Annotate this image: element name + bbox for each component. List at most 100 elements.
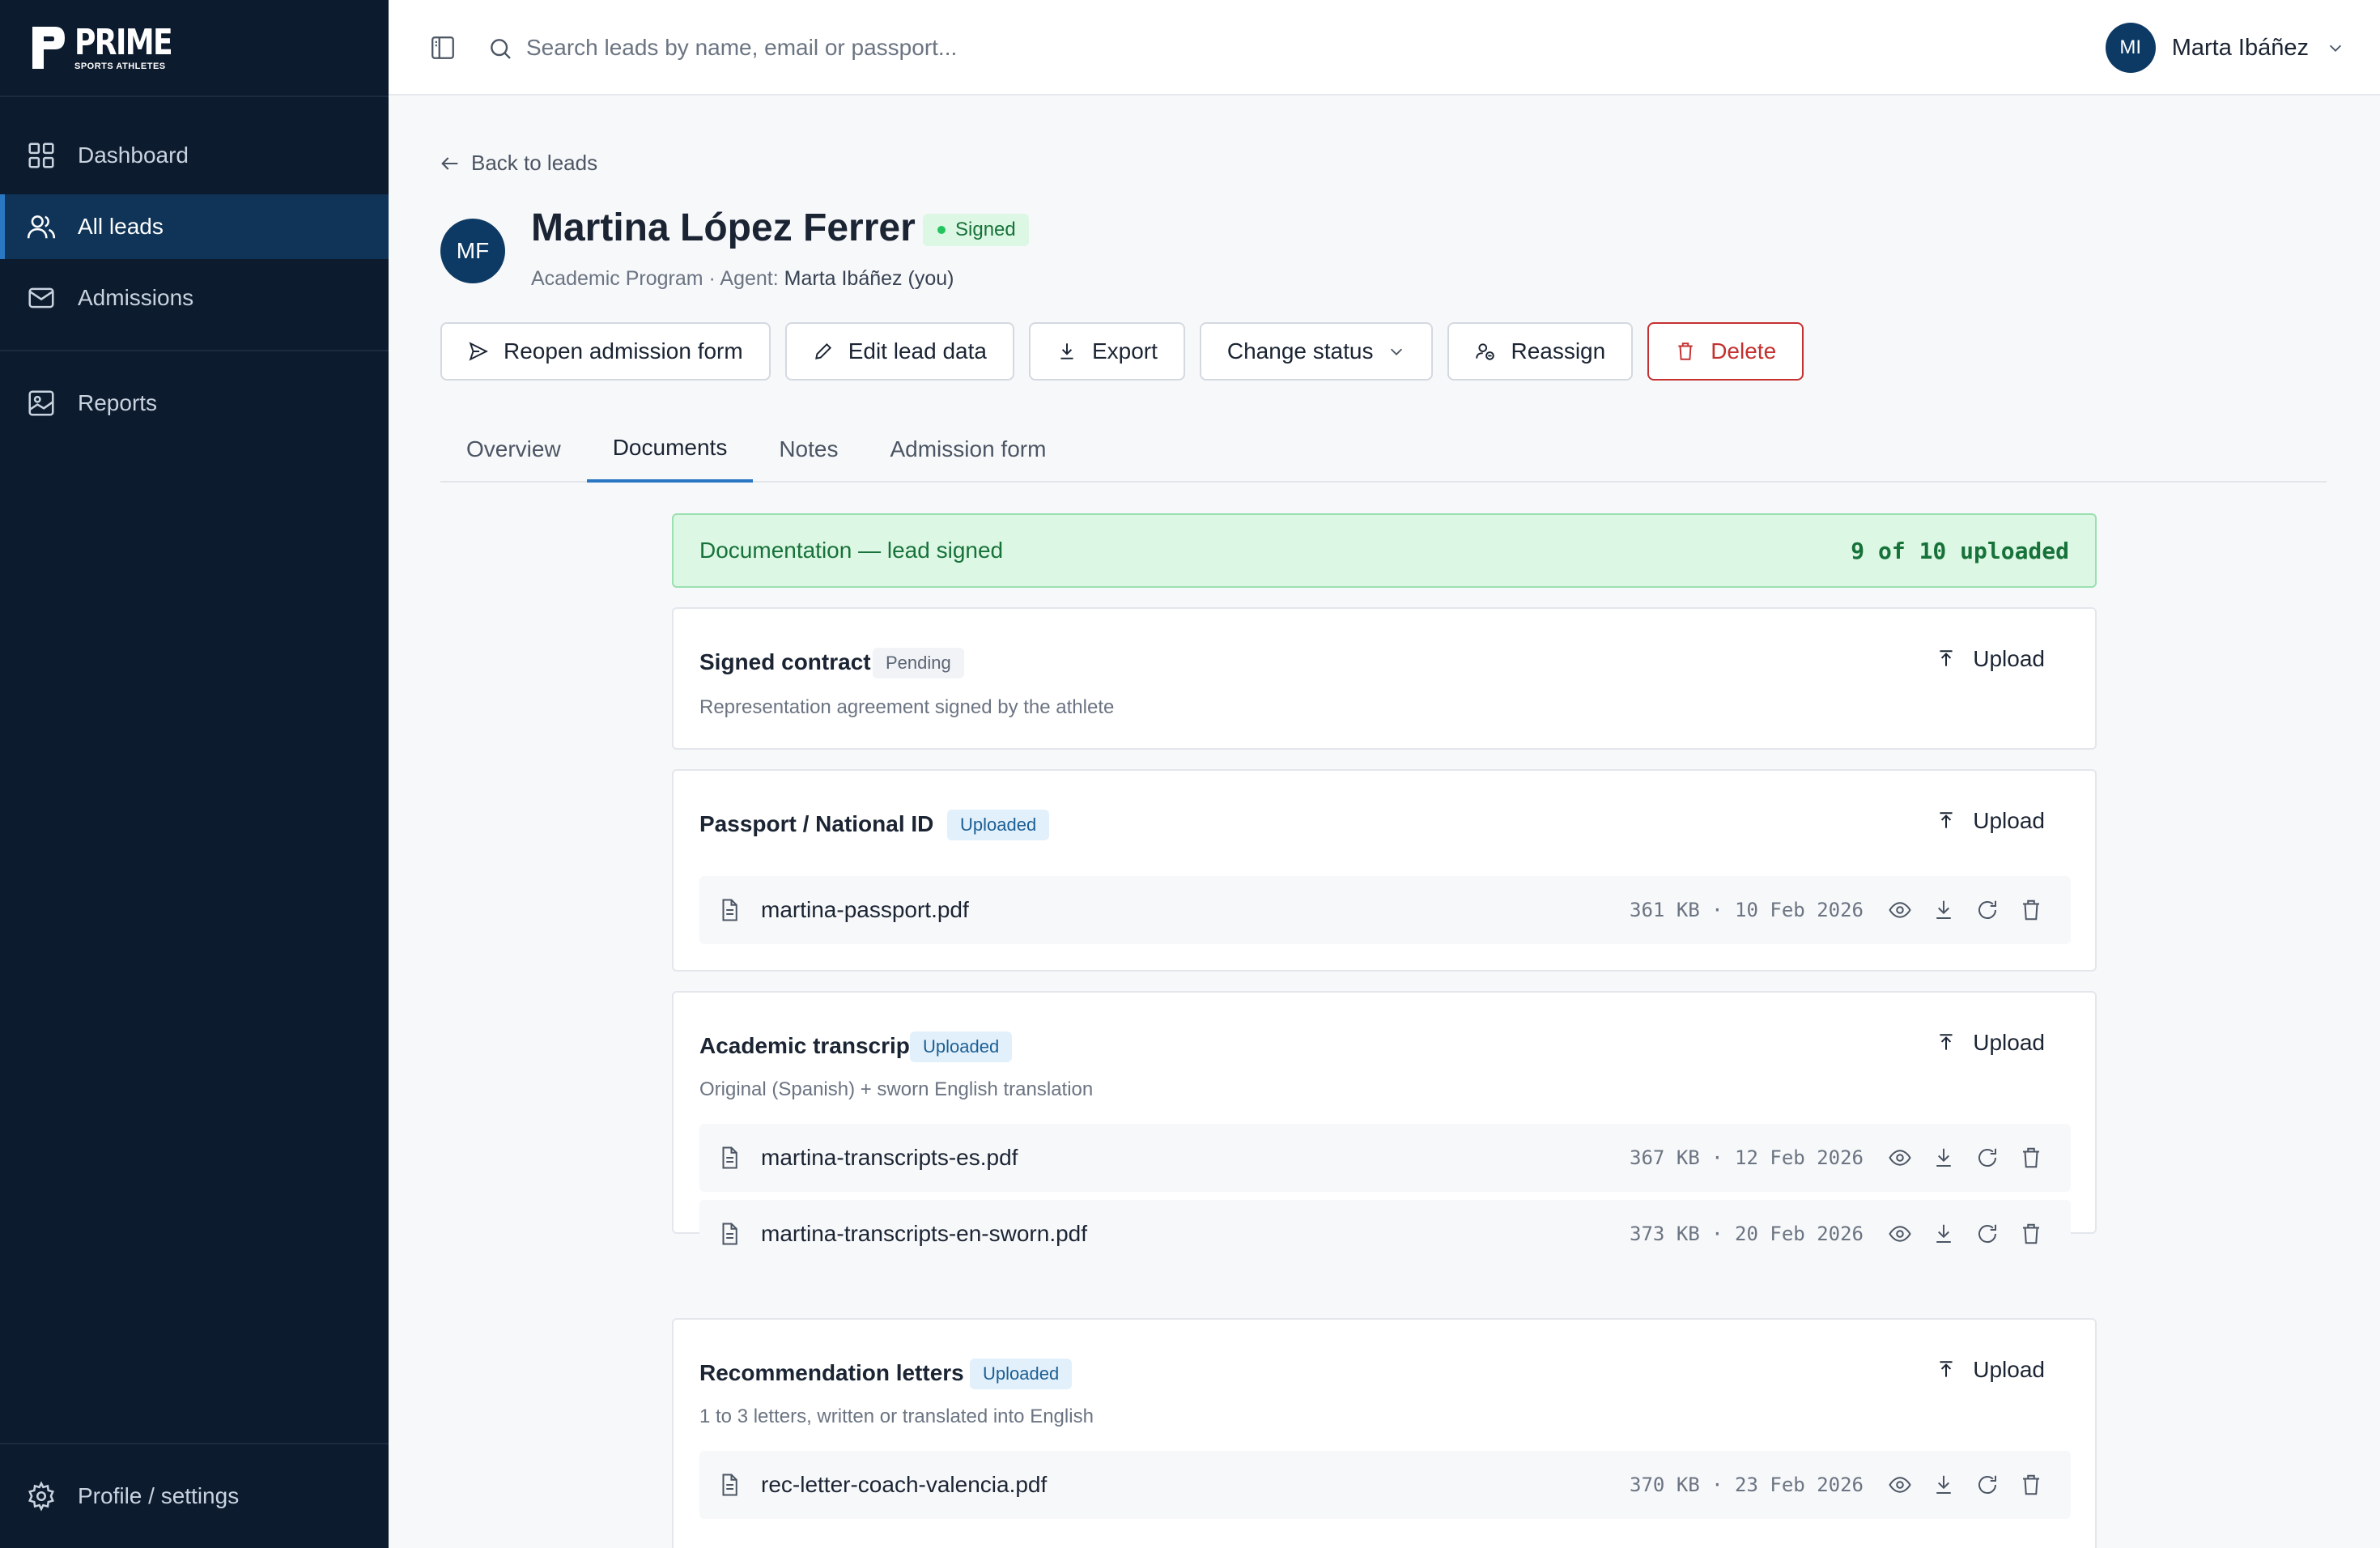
prime-logo-icon	[32, 27, 65, 69]
upload-button[interactable]: Upload	[1936, 1357, 2045, 1383]
button-label: Upload	[1973, 1357, 2045, 1382]
download-icon[interactable]	[1932, 1222, 1956, 1246]
user-menu[interactable]: MI Marta Ibáñez	[2105, 23, 2344, 73]
download-icon[interactable]	[1932, 898, 1956, 922]
document-title: Academic transcripts	[699, 1033, 930, 1058]
status-badge: Signed	[923, 214, 1029, 246]
sidebar-item-dashboard[interactable]: Dashboard	[0, 123, 389, 188]
file-row: rec-letter-coach-valencia.pdf 370 KB · 2…	[699, 1451, 2071, 1519]
change-status-dropdown[interactable]: Change status	[1199, 322, 1434, 381]
document-card: Academic transcripts Uploaded Original (…	[672, 991, 2097, 1268]
refresh-icon[interactable]	[1975, 1146, 2000, 1170]
status-badge: Uploaded	[970, 1359, 1073, 1389]
sidebar-item-label: Dashboard	[78, 142, 189, 168]
documentation-banner: Documentation — lead signed 9 of 10 uplo…	[672, 513, 2097, 588]
topbar: MI Marta Ibáñez	[389, 0, 2380, 96]
delete-button[interactable]: Delete	[1647, 322, 1804, 381]
search-input[interactable]	[526, 28, 1255, 68]
search-icon	[491, 39, 511, 59]
reassign-button[interactable]: Reassign	[1447, 322, 1634, 381]
sidebar-divider	[0, 350, 389, 351]
export-button[interactable]: Export	[1028, 322, 1185, 381]
sidebar-item-label: All leads	[78, 214, 164, 239]
refresh-icon[interactable]	[1975, 898, 2000, 922]
sidebar-divider	[0, 96, 389, 97]
sidebar-item-label: Profile / settings	[78, 1483, 240, 1508]
report-icon	[28, 390, 54, 416]
file-row: martina-transcripts-en-sworn.pdf 373 KB ·…	[699, 1200, 2071, 1268]
gear-icon	[28, 1481, 54, 1512]
back-to-leads-link[interactable]: Back to leads	[439, 151, 597, 176]
file-icon	[722, 1223, 737, 1245]
sidebar-divider	[0, 1443, 389, 1444]
document-card: Signed contract Pending Representation a…	[672, 607, 2097, 750]
download-icon[interactable]	[1932, 1473, 1956, 1497]
avatar: MI	[2105, 23, 2156, 73]
trash-icon[interactable]	[2019, 1473, 2043, 1497]
file-name[interactable]: martina-passport.pdf	[761, 897, 969, 923]
tab-documents[interactable]: Documents	[586, 416, 754, 483]
refresh-icon[interactable]	[1975, 1473, 2000, 1497]
upload-count: 9 of 10 uploaded	[1851, 537, 2069, 564]
banner-label: Documentation — lead signed	[699, 538, 1004, 563]
button-label: Edit lead data	[848, 338, 987, 364]
file-icon	[722, 1146, 737, 1169]
download-icon[interactable]	[1932, 1146, 1956, 1170]
eye-icon[interactable]	[1888, 1222, 1912, 1246]
file-name[interactable]: martina-transcripts-es.pdf	[761, 1145, 1018, 1171]
document-description: Original (Spanish) + sworn English trans…	[699, 1078, 1094, 1100]
edit-lead-data-button[interactable]: Edit lead data	[784, 322, 1014, 381]
upload-button[interactable]: Upload	[1936, 646, 2045, 672]
brand-logo[interactable]: PRIME SPORTS ATHLETES	[31, 24, 193, 71]
tab-overview[interactable]: Overview	[440, 416, 587, 483]
file-meta: 370 KB · 23 Feb 2026	[1630, 1474, 1864, 1496]
document-title: Recommendation letters	[699, 1360, 964, 1385]
reopen-admission-form-button[interactable]: Reopen admission form	[440, 322, 771, 381]
sidebar-item-label: Reports	[78, 390, 158, 415]
arrow-left-icon	[441, 156, 458, 170]
brand-tagline: SPORTS ATHLETES	[74, 61, 166, 71]
trash-icon[interactable]	[2019, 1146, 2043, 1170]
sidebar-item-profile-settings[interactable]: Profile / settings	[0, 1464, 389, 1529]
document-card: Recommendation letters Uploaded 1 to 3 l…	[672, 1318, 2097, 1548]
file-meta: 367 KB · 12 Feb 2026	[1630, 1146, 1864, 1169]
trash-icon[interactable]	[2019, 898, 2043, 922]
sidebar-item-all-leads[interactable]: All leads	[0, 194, 389, 259]
refresh-icon[interactable]	[1975, 1222, 2000, 1246]
pencil-icon	[814, 342, 831, 359]
document-title: Passport / National ID	[699, 811, 934, 836]
eye-icon[interactable]	[1888, 1146, 1912, 1170]
users-icon	[27, 215, 56, 239]
button-label: Upload	[1973, 808, 2045, 833]
button-label: Change status	[1226, 338, 1374, 364]
button-label: Reopen admission form	[504, 338, 743, 364]
status-badge: Uploaded	[910, 1031, 1013, 1062]
file-name[interactable]: martina-transcripts-en-sworn.pdf	[761, 1221, 1087, 1247]
user-name: Marta Ibáñez	[2171, 34, 2309, 61]
upload-icon	[1940, 1034, 1953, 1050]
document-title: Signed contract	[699, 649, 871, 674]
file-icon	[722, 899, 737, 921]
mail-icon	[28, 287, 54, 308]
sidebar-item-reports[interactable]: Reports	[0, 371, 389, 436]
status-badge: Pending	[873, 648, 964, 678]
upload-button[interactable]: Upload	[1936, 808, 2045, 834]
upload-icon	[1940, 812, 1953, 828]
chevron-down-icon	[1391, 348, 1403, 355]
sidebar-toggle-icon[interactable]	[429, 34, 457, 62]
button-label: Upload	[1973, 646, 2045, 671]
tab-notes[interactable]: Notes	[753, 416, 864, 483]
lead-program: Academic Program · Agent:	[531, 267, 784, 290]
trash-icon	[1678, 342, 1693, 360]
file-meta: 361 KB · 10 Feb 2026	[1630, 899, 1864, 921]
file-row: martina-passport.pdf 361 KB · 10 Feb 202…	[699, 876, 2071, 944]
trash-icon[interactable]	[2019, 1222, 2043, 1246]
file-name[interactable]: rec-letter-coach-valencia.pdf	[761, 1472, 1047, 1498]
sidebar-item-admissions[interactable]: Admissions	[0, 266, 389, 330]
brand-name: PRIME	[74, 21, 173, 63]
user-switch-icon	[1476, 343, 1495, 360]
tab-admission-form[interactable]: Admission form	[864, 416, 1072, 483]
eye-icon[interactable]	[1888, 1473, 1912, 1497]
upload-button[interactable]: Upload	[1936, 1030, 2045, 1056]
eye-icon[interactable]	[1888, 898, 1912, 922]
